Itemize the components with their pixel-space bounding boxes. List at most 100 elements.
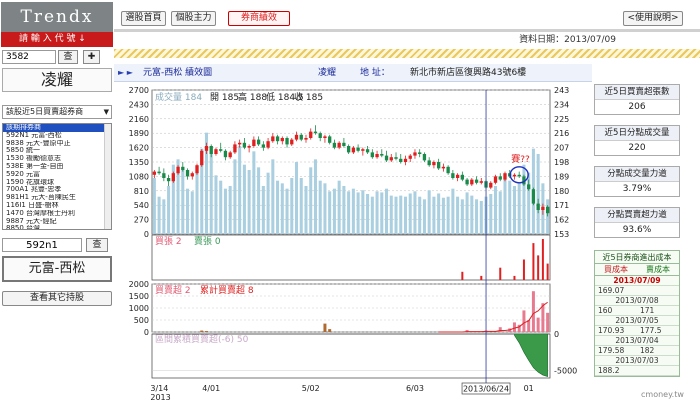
sub1-bar: [532, 243, 535, 280]
candle-body: [441, 166, 446, 169]
broker-list-item[interactable]: 9887 元大-經紀: [3, 218, 111, 226]
stat-label: 分點成交量力道: [595, 167, 679, 182]
broker-list-item[interactable]: 981H1 元大-莒陳民生: [3, 194, 111, 202]
cost-row-date: 2013/07/05: [595, 316, 679, 326]
data-date-label: 資料日期：: [519, 35, 565, 45]
candle-body: [261, 144, 266, 148]
add-stock-button[interactable]: ✚: [83, 50, 100, 64]
left-axis-tick: 1080: [129, 172, 149, 181]
right-axis-tick: 234: [554, 100, 569, 109]
candle-body: [394, 157, 398, 159]
candle-body: [413, 152, 417, 156]
candle-body: [451, 173, 455, 178]
sub3-area: [514, 333, 548, 377]
right-axis-tick: 153: [554, 230, 569, 239]
volume-bar: [399, 195, 403, 234]
broker-search-button[interactable]: 查: [86, 238, 108, 252]
app-root: Trendx 選股首頁 個股主力 券商績效 <使用說明> 資料日期：2013/0…: [0, 0, 700, 401]
x-axis-label: 6/03: [406, 384, 424, 393]
sub1-bar: [537, 255, 540, 280]
broker-list-item[interactable]: 8850 台灣: [3, 225, 111, 229]
stock-code-input[interactable]: [2, 50, 56, 64]
candle-body: [337, 142, 341, 148]
stat-box: 近5日買賣超張數 206: [594, 84, 680, 115]
broker-list-item[interactable]: 538E 第一金-自由: [3, 163, 111, 171]
broker-list-item[interactable]: 9838 元大-豐原中正: [3, 140, 111, 148]
sub2-axis-tick: 1500: [129, 292, 149, 301]
broker-code-input[interactable]: [2, 238, 82, 252]
volume-bar: [157, 196, 161, 234]
stock-search-button[interactable]: 查: [58, 50, 78, 64]
volume-bar: [152, 178, 156, 234]
broker-list-scrollbar[interactable]: [104, 124, 111, 229]
cost-row-buy: 160: [598, 306, 613, 315]
cost-table-title: 近5日券商進出成本: [595, 251, 679, 264]
volume-bar: [460, 199, 464, 234]
sub1-bar: [541, 239, 544, 280]
x-axis-label: 3/14: [150, 384, 168, 393]
chart-broker-title: 元富-西松 績效圖: [143, 68, 213, 78]
x-axis-label: 4/01: [202, 384, 220, 393]
buy-cost-header: 買成本: [604, 265, 628, 274]
left-axis-tick: 2700: [129, 86, 149, 95]
candle-body: [455, 174, 460, 178]
cost-table: 近5日券商進出成本 買成本 賣成本 2013/07/09 169.07 2013/07/0…: [594, 250, 680, 377]
broker-list[interactable]: 該期排券商 592N1 元富-西松 9838 元大-豐原中正 5850 統一 1530 …: [2, 123, 112, 230]
candle-body: [517, 174, 521, 177]
data-date-value: 2013/07/09: [564, 35, 616, 45]
candle-body: [185, 170, 190, 177]
volume-bar: [375, 191, 379, 234]
cost-row-values: 170.93 177.5: [595, 326, 679, 336]
broker-list-item[interactable]: 700A1 兆豐-忠孝: [3, 186, 111, 194]
broker-list-item[interactable]: 1470 台灣摩根士丹利: [3, 210, 111, 218]
candle-body: [351, 147, 356, 153]
performance-chart[interactable]: 0270540810108013501620189021602430270015…: [114, 82, 592, 401]
ohlc-high: 高 188: [238, 91, 267, 103]
volume-bar: [479, 200, 483, 234]
volume-bar: [370, 196, 374, 234]
volume-bar: [238, 146, 242, 234]
help-button[interactable]: <使用說明>: [623, 11, 683, 26]
broker-list-item[interactable]: 1590 花旗環球: [3, 179, 111, 187]
cost-row-sell: 182: [640, 346, 655, 355]
cost-row-date: 2013/07/09: [595, 276, 679, 286]
volume-bar: [517, 183, 521, 234]
stat-label: 近5日買賣超張數: [595, 85, 679, 100]
volume-bar: [167, 186, 171, 234]
left-axis-tick: 1350: [129, 158, 149, 167]
broker-list-item[interactable]: 5920 元富: [3, 171, 111, 179]
candle-body: [209, 146, 213, 154]
sub2-bar: [323, 323, 327, 332]
stock-branch-button[interactable]: 個股主力: [171, 11, 216, 26]
volume-bar: [432, 196, 436, 234]
sub1-buy-label: 買張 2: [155, 236, 182, 247]
candle-body: [242, 142, 247, 148]
sub2-net-label: 買賣超 2: [155, 284, 191, 296]
candle-body: [384, 155, 389, 161]
candle-body: [465, 179, 469, 185]
other-holdings-button[interactable]: 查看其它持股: [2, 291, 112, 306]
candle-body: [299, 134, 303, 140]
cost-row-sell: [637, 286, 679, 295]
broker-performance-button[interactable]: 券商績效: [228, 11, 290, 26]
candle-body: [328, 136, 332, 143]
volume-bar: [233, 159, 237, 234]
volume-bar: [389, 195, 393, 234]
cost-row-buy: 170.93: [598, 326, 625, 335]
volume-bar: [413, 191, 417, 234]
volume-bar: [347, 191, 351, 234]
volume-bar: [446, 196, 450, 234]
stock-name: 凌耀: [2, 68, 112, 92]
stat-label: 分點買賣超力道: [595, 208, 679, 223]
cost-row-date: 2013/07/08: [595, 296, 679, 306]
broker-sort-select[interactable]: 該股近5日買賣超券商 ▼: [2, 105, 112, 119]
candle-body: [361, 149, 365, 151]
broker-list-item[interactable]: 5850 統一: [3, 147, 111, 155]
broker-list-item[interactable]: 該期排券商: [3, 124, 111, 132]
broker-list-item[interactable]: 592N1 元富-西松: [3, 132, 111, 140]
broker-list-item[interactable]: 1530 複勵德意志: [3, 155, 111, 163]
broker-list-item[interactable]: 116I1 日盛-樹林: [3, 202, 111, 210]
data-date: 資料日期：2013/07/09: [114, 34, 700, 47]
stock-picker-home-button[interactable]: 選股首頁: [121, 11, 166, 26]
candle-body: [408, 155, 412, 159]
